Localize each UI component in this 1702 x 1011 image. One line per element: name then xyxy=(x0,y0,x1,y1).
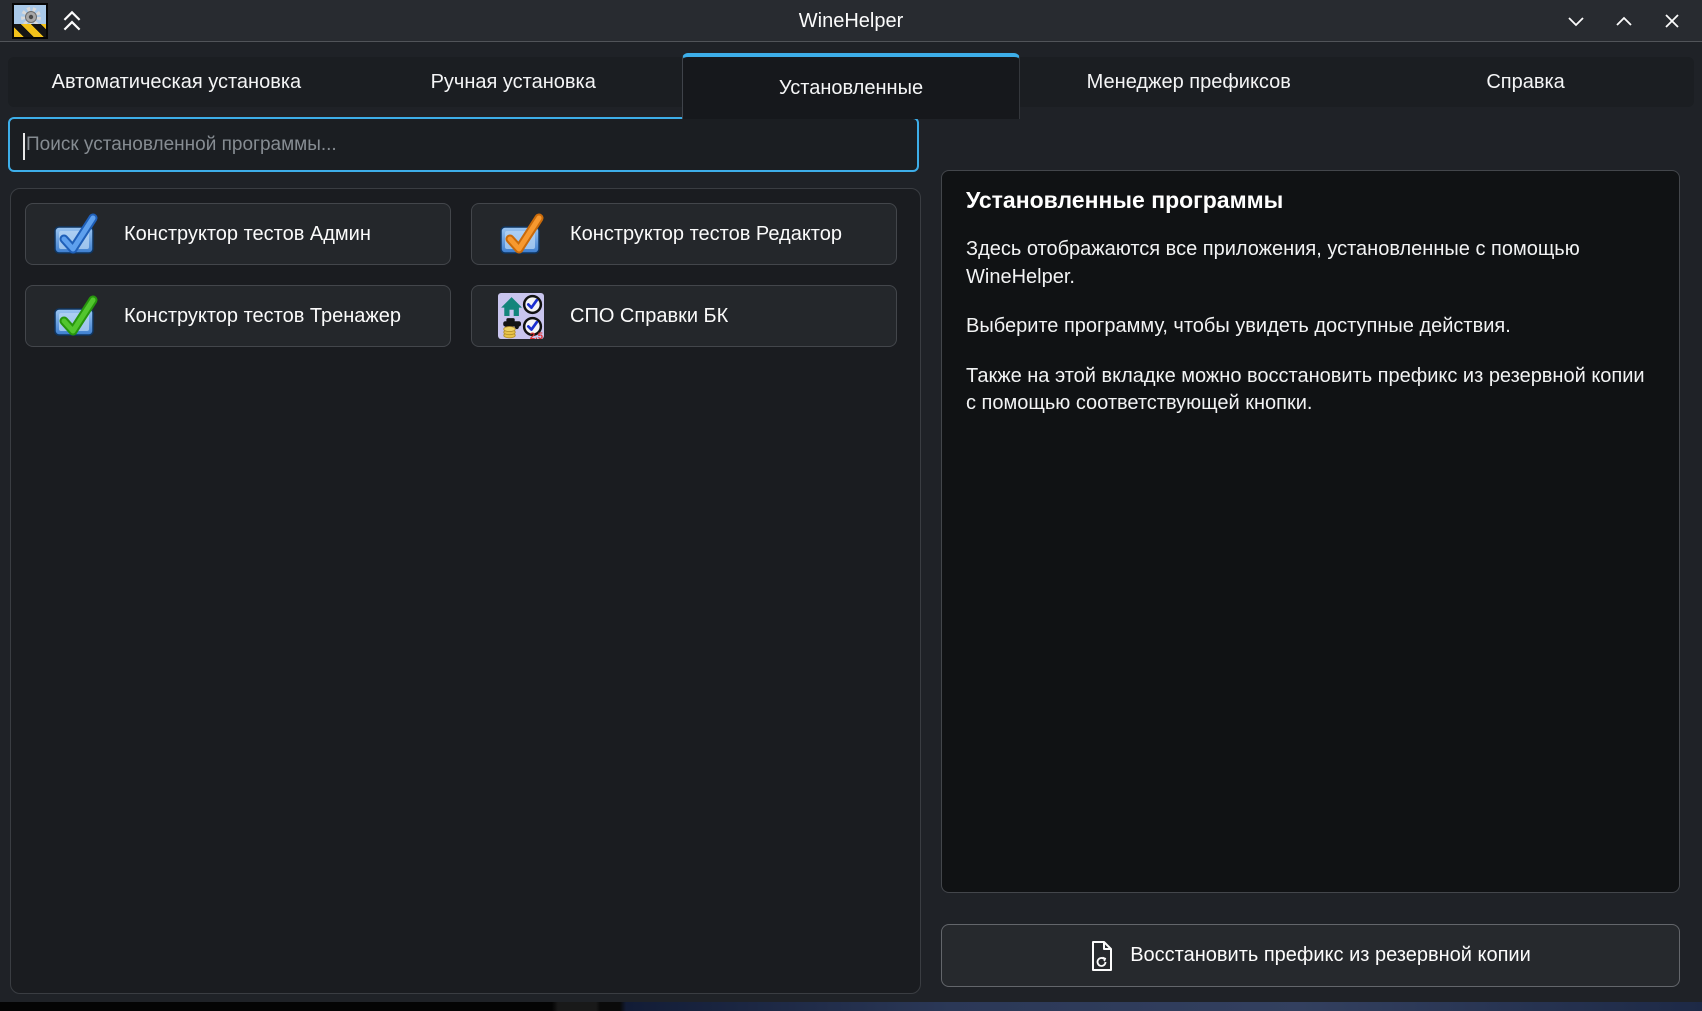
svg-text:2.5: 2.5 xyxy=(530,330,543,339)
document-restore-icon xyxy=(1090,941,1114,971)
close-x-icon xyxy=(1659,8,1685,34)
chevron-down-icon xyxy=(1563,8,1589,34)
program-label: Конструктор тестов Редактор xyxy=(570,223,842,246)
info-paragraph: Здесь отображаются все приложения, устан… xyxy=(966,236,1655,291)
restore-prefix-label: Восстановить префикс из резервной копии xyxy=(1130,944,1531,967)
program-button-konstruktor-admin[interactable]: Конструктор тестов Админ xyxy=(25,203,451,265)
checkbox-green-check-icon xyxy=(52,293,98,339)
info-paragraph: Также на этой вкладке можно восстановить… xyxy=(966,363,1655,418)
checkbox-orange-check-icon xyxy=(498,211,544,257)
minimize-button[interactable] xyxy=(1562,7,1590,35)
info-paragraph: Выберите программу, чтобы увидеть доступ… xyxy=(966,313,1655,341)
tab-prefix-manager[interactable]: Менеджер префиксов xyxy=(1020,57,1357,107)
program-button-konstruktor-redaktor[interactable]: Конструктор тестов Редактор xyxy=(471,203,897,265)
program-button-spo-spravki-bk[interactable]: 2.5 СПО Справки БК xyxy=(471,285,897,347)
search-input[interactable] xyxy=(10,119,917,170)
search-field-wrapper xyxy=(8,117,919,172)
restore-prefix-button[interactable]: Восстановить префикс из резервной копии xyxy=(941,924,1680,987)
installed-programs-panel: Конструктор тестов Админ Конструктор тес… xyxy=(10,188,921,994)
checkbox-blue-check-icon xyxy=(52,211,98,257)
close-button[interactable] xyxy=(1658,7,1686,35)
window-title: WineHelper xyxy=(0,0,1702,42)
desktop-strip xyxy=(0,1002,1702,1011)
titlebar[interactable]: WineHelper xyxy=(0,0,1702,42)
tab-installed[interactable]: Установленные xyxy=(682,53,1021,119)
program-label: Конструктор тестов Админ xyxy=(124,223,371,246)
program-label: Конструктор тестов Тренажер xyxy=(124,305,401,328)
maximize-button[interactable] xyxy=(1610,7,1638,35)
winehelper-window: WineHelper Автоматическая установка xyxy=(0,0,1702,1011)
window-controls xyxy=(1562,7,1686,35)
tab-auto-install[interactable]: Автоматическая установка xyxy=(8,57,345,107)
program-button-konstruktor-trenazher[interactable]: Конструктор тестов Тренажер xyxy=(25,285,451,347)
tab-manual-install[interactable]: Ручная установка xyxy=(345,57,682,107)
tab-help[interactable]: Справка xyxy=(1357,57,1694,107)
program-label: СПО Справки БК xyxy=(570,305,728,328)
chevron-up-icon xyxy=(1611,8,1637,34)
tab-bar: Автоматическая установка Ручная установк… xyxy=(8,57,1694,107)
info-panel: Установленные программы Здесь отображают… xyxy=(941,170,1680,893)
spo-spravki-bk-icon: 2.5 xyxy=(498,293,544,339)
info-panel-title: Установленные программы xyxy=(966,187,1655,214)
text-caret xyxy=(23,133,25,160)
